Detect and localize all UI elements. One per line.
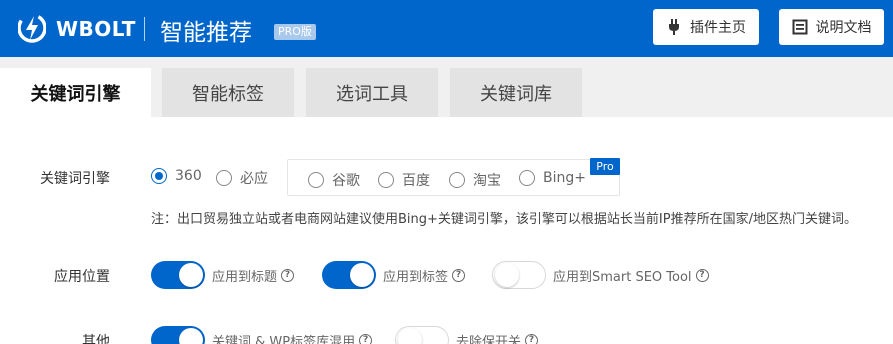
toggle-switch[interactable] [151, 326, 205, 344]
tab-keyword-library[interactable]: 关键词库 [450, 68, 582, 117]
toggle-switch[interactable] [492, 261, 546, 289]
radio-unchecked-icon [308, 172, 324, 188]
pro-badge: Pro [590, 158, 620, 175]
toggle-apply-smart-seo-tool[interactable]: 应用到Smart SEO Tool ? [492, 261, 709, 289]
toggle-apply-tags[interactable]: 应用到标签 ? [322, 261, 466, 289]
lightning-bolt-logo-icon [18, 13, 46, 43]
engine-option-label: 淘宝 [473, 173, 501, 189]
engine-option-label: 360 [175, 168, 202, 184]
brand-divider [144, 17, 145, 41]
pro-version-tag: PRO版 [274, 24, 316, 40]
engine-option-360[interactable]: 360 [151, 168, 202, 184]
radio-unchecked-icon [216, 170, 232, 186]
radio-unchecked-icon [449, 172, 465, 188]
engine-option-google[interactable]: 谷歌 [308, 170, 360, 190]
engine-option-label: 谷歌 [332, 173, 360, 189]
radio-unchecked-icon [519, 170, 535, 186]
toggle-apply-title[interactable]: 应用到标题 ? [151, 261, 295, 289]
tab-keyword-tool[interactable]: 选词工具 [306, 68, 438, 117]
toggle-switch[interactable] [395, 326, 449, 344]
keyword-engine-label: 关键词引擎 [40, 171, 110, 187]
engine-option-bing-plus[interactable]: Bing+ [519, 170, 586, 186]
toggle-other-second[interactable]: 去除保开关 ? [395, 326, 539, 344]
toggle-keyword-tag-mix[interactable]: 关键词 & WP标签库混用 ? [151, 326, 373, 344]
question-circle-icon[interactable]: ? [452, 268, 466, 282]
plugin-home-button[interactable]: 插件主页 [653, 9, 759, 45]
question-circle-icon[interactable]: ? [695, 268, 709, 282]
engine-option-baidu[interactable]: 百度 [378, 170, 430, 190]
top-header: WBOLT 智能推荐 PRO版 插件主页 说明文档 [0, 0, 893, 57]
engine-option-label: 必应 [240, 171, 268, 187]
engine-option-taobao[interactable]: 淘宝 [449, 170, 501, 190]
question-circle-icon[interactable]: ? [281, 268, 295, 282]
engine-option-label: 百度 [402, 173, 430, 189]
brand-name: WBOLT [56, 17, 136, 41]
other-label: 其他 [82, 334, 110, 344]
tab-smart-tags[interactable]: 智能标签 [162, 68, 294, 117]
toggle-switch[interactable] [151, 261, 205, 289]
engine-note: 注：出口贸易独立站或者电商网站建议使用Bing+关键词引擎，该引擎可以根据站长当… [151, 212, 857, 227]
apply-position-label: 应用位置 [54, 269, 110, 285]
toggle-label: 应用到Smart SEO Tool [553, 269, 692, 285]
question-circle-icon[interactable]: ? [359, 333, 373, 344]
toggle-label: 应用到标签 [383, 269, 449, 285]
toggle-label: 去除保开关 [456, 334, 522, 344]
toggle-switch[interactable] [322, 261, 376, 289]
document-icon [792, 19, 807, 35]
toggle-label: 关键词 & WP标签库混用 [212, 334, 356, 344]
docs-button[interactable]: 说明文档 [779, 9, 884, 45]
plugin-home-label: 插件主页 [690, 20, 746, 36]
engine-option-bing-cn[interactable]: 必应 [216, 168, 268, 188]
radio-unchecked-icon [378, 172, 394, 188]
radio-checked-icon [151, 168, 167, 184]
question-circle-icon[interactable]: ? [525, 333, 539, 344]
tab-keyword-engine[interactable]: 关键词引擎 [0, 68, 151, 117]
page-title: 智能推荐 [160, 20, 252, 46]
engine-option-label: Bing+ [543, 170, 586, 186]
plug-icon [669, 19, 679, 35]
docs-label: 说明文档 [815, 20, 872, 36]
toggle-label: 应用到标题 [212, 269, 278, 285]
